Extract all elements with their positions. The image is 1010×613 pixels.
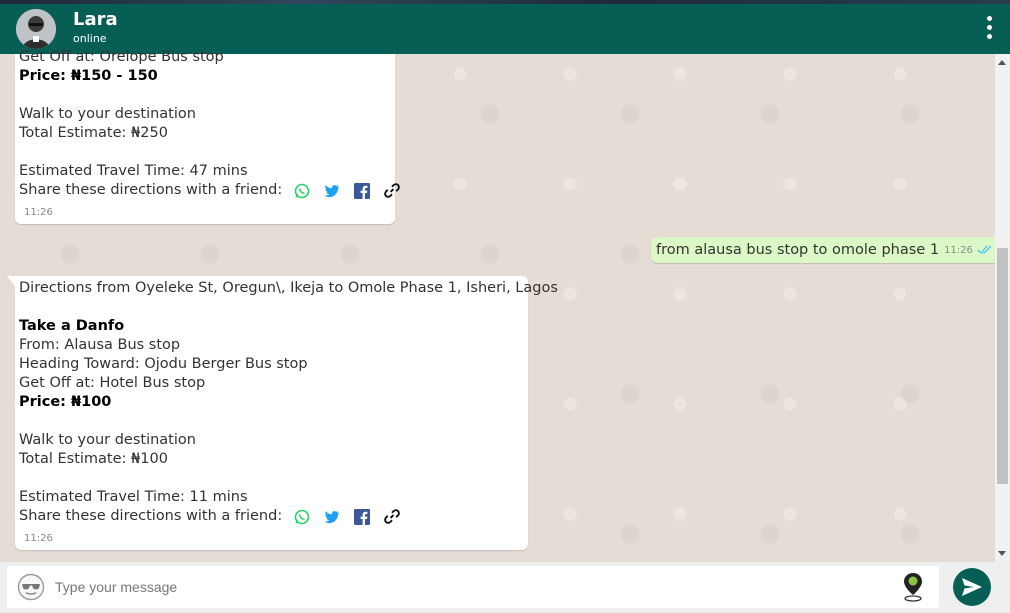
get-off-line: Get Off at: Orelope Bus stop bbox=[19, 49, 224, 65]
from-line: From: Alausa Bus stop bbox=[19, 337, 181, 353]
message-time: 11:26 bbox=[24, 533, 53, 544]
avatar-icon bbox=[16, 9, 56, 49]
travel-time-line: Estimated Travel Time: 47 mins bbox=[19, 163, 248, 179]
whatsapp-icon[interactable] bbox=[294, 183, 310, 199]
price-line: Price: ₦150 - 150 bbox=[19, 68, 158, 84]
header-top-strip bbox=[0, 0, 1010, 4]
share-row: Share these directions with a friend: bbox=[19, 507, 558, 526]
avatar[interactable] bbox=[16, 9, 56, 49]
chat-scrollbar[interactable] bbox=[995, 54, 1010, 562]
total-line: Total Estimate: ₦250 bbox=[19, 125, 168, 141]
outgoing-text: from alausa bus stop to omole phase 1 bbox=[656, 242, 940, 258]
chat-header: Lara online bbox=[0, 0, 1010, 54]
whatsapp-icon[interactable] bbox=[294, 509, 310, 525]
double-check-icon bbox=[977, 245, 993, 255]
scrollbar-thumb[interactable] bbox=[997, 248, 1008, 484]
location-pin-icon[interactable] bbox=[900, 571, 926, 603]
link-icon[interactable] bbox=[384, 183, 401, 199]
share-row: Share these directions with a friend: bbox=[19, 181, 401, 200]
get-off-line: Get Off at: Hotel Bus stop bbox=[19, 375, 206, 391]
facebook-icon[interactable] bbox=[354, 182, 371, 199]
composer-bar bbox=[0, 562, 1010, 613]
message-input[interactable] bbox=[55, 576, 875, 598]
share-label: Share these directions with a friend: bbox=[19, 182, 283, 198]
scroll-up-arrow[interactable] bbox=[998, 60, 1006, 65]
price-line: Price: ₦100 bbox=[19, 394, 112, 410]
facebook-icon[interactable] bbox=[354, 508, 371, 525]
emoji-sunglasses-icon[interactable] bbox=[17, 573, 45, 601]
contact-name: Lara bbox=[73, 9, 118, 30]
outgoing-time: 11:26 bbox=[944, 244, 973, 256]
link-icon[interactable] bbox=[384, 509, 401, 525]
share-label: Share these directions with a friend: bbox=[19, 508, 283, 524]
message-time: 11:26 bbox=[24, 207, 53, 218]
composer-box bbox=[7, 566, 939, 608]
directions-line: Directions from Oyeleke St, Oregun\, Ike… bbox=[19, 280, 558, 296]
twitter-icon[interactable] bbox=[324, 509, 340, 525]
walk-line: Walk to your destination bbox=[19, 432, 196, 448]
outgoing-message: from alausa bus stop to omole phase 1 11… bbox=[651, 237, 1009, 263]
contact-status: online bbox=[73, 32, 107, 45]
scroll-down-arrow[interactable] bbox=[998, 551, 1006, 556]
total-line: Total Estimate: ₦100 bbox=[19, 451, 168, 467]
incoming-message-2: Directions from Oyeleke St, Oregun\, Ike… bbox=[7, 276, 558, 550]
send-icon bbox=[962, 578, 982, 596]
send-button[interactable] bbox=[953, 568, 991, 606]
walk-line: Walk to your destination bbox=[19, 106, 196, 122]
heading-line: Heading Toward: Ojodu Berger Bus stop bbox=[19, 356, 308, 372]
twitter-icon[interactable] bbox=[324, 183, 340, 199]
travel-time-line: Estimated Travel Time: 11 mins bbox=[19, 489, 248, 505]
incoming-message-1: Get Off at: Orelope Bus stop Price: ₦150… bbox=[15, 49, 401, 224]
kebab-menu-icon[interactable] bbox=[982, 14, 996, 42]
mode-line: Take a Danfo bbox=[19, 318, 125, 334]
